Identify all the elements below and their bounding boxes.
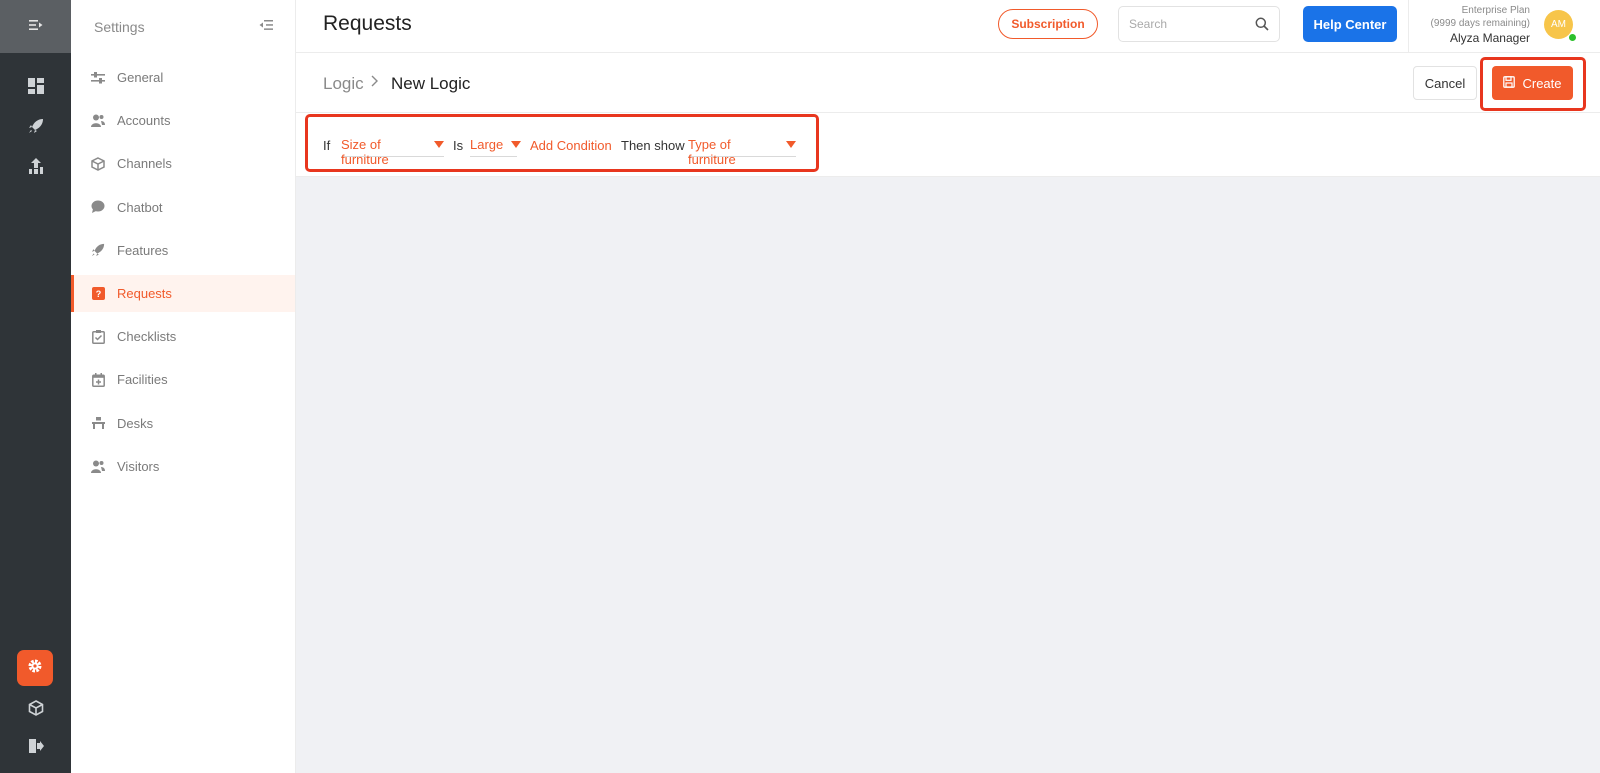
nav-features[interactable] (0, 108, 71, 144)
sidebar-item-accounts[interactable]: Accounts (71, 102, 295, 139)
settings-gear-icon (27, 658, 43, 679)
then-show-label: Then show (621, 138, 685, 153)
sidebar-item-facilities[interactable]: Facilities (71, 361, 295, 398)
chevron-right-icon (370, 74, 380, 93)
add-condition-link[interactable]: Add Condition (530, 138, 612, 153)
if-label: If (323, 138, 331, 153)
plan-name: Enterprise Plan (1461, 5, 1530, 16)
search-input[interactable] (1129, 17, 1249, 31)
calendar-plus-icon (91, 372, 105, 387)
condition-select[interactable]: Large (470, 135, 522, 157)
sidebar-item-label: Accounts (117, 113, 171, 129)
sidebar-item-label: General (117, 70, 164, 85)
create-label: Create (1522, 75, 1562, 91)
save-icon (1503, 75, 1516, 91)
nav-settings[interactable] (17, 650, 53, 686)
menu-collapse-icon (28, 18, 43, 36)
sidebar-item-label: Channels (117, 156, 172, 172)
sidebar-item-label: Checklists (117, 329, 177, 345)
sidebar-item-requests[interactable]: ? Requests (71, 274, 295, 312)
subscription-button[interactable]: Subscription (998, 9, 1098, 39)
breadcrumb-root[interactable]: Logic (323, 74, 364, 94)
create-button[interactable]: Create (1492, 66, 1573, 100)
sidebar-item-label: Features (117, 242, 169, 258)
field-select-value: Size of furniture (341, 137, 389, 167)
condition-select-value: Large (470, 137, 504, 152)
cancel-button[interactable]: Cancel (1413, 66, 1477, 100)
nav-packages[interactable] (0, 690, 71, 726)
sidebar-item-label: Requests (117, 285, 172, 301)
sidebar-item-general[interactable]: General (71, 59, 295, 96)
top-header: Requests Subscription Help Center Enterp… (296, 0, 1600, 53)
caret-down-icon (434, 141, 444, 148)
is-label: Is (453, 138, 464, 153)
sidebar-title: Settings (94, 18, 145, 35)
caret-down-icon (511, 141, 522, 148)
sidebar-item-visitors[interactable]: Visitors (71, 448, 295, 485)
page-title: Requests (323, 12, 412, 35)
sliders-icon (91, 71, 105, 85)
users-icon (91, 114, 105, 128)
rocket-icon (91, 243, 105, 257)
user-name[interactable]: Alyza Manager (1408, 31, 1530, 45)
online-status-dot (1568, 33, 1577, 42)
sidebar-item-desks[interactable]: Desks (71, 405, 295, 442)
sidebar-header: Settings (71, 0, 295, 53)
sidebar-item-channels[interactable]: Channels (71, 145, 295, 182)
sidebar-item-label: Visitors (117, 458, 160, 474)
checklist-icon (91, 329, 105, 344)
target-select[interactable]: Type of furniture (688, 135, 796, 167)
breadcrumb-bar: Logic New Logic Cancel Create (296, 53, 1600, 113)
plan-info: Enterprise Plan (9999 days remaining) (1408, 4, 1531, 30)
sidebar-item-label: Desks (117, 415, 154, 431)
caret-down-icon (786, 141, 796, 148)
sidebar-item-label: Chatbot (117, 199, 163, 215)
plan-remaining: (9999 days remaining) (1430, 18, 1531, 29)
help-center-button[interactable]: Help Center (1303, 6, 1397, 42)
settings-nav: General Accounts Channels Chatbot Featur… (71, 59, 295, 485)
search-icon[interactable] (1255, 17, 1269, 36)
sidebar-item-label: Facilities (117, 372, 168, 388)
chat-bubble-icon (91, 200, 105, 214)
content-area (296, 177, 1600, 773)
nav-dashboard[interactable] (0, 68, 71, 104)
collapse-sidebar-icon[interactable] (259, 18, 273, 36)
nav-analytics[interactable] (0, 148, 71, 184)
sidebar-item-chatbot[interactable]: Chatbot (71, 189, 295, 226)
dashboard-icon (27, 78, 44, 94)
cube-icon (91, 157, 105, 171)
field-select[interactable]: Size of furniture (341, 135, 444, 167)
settings-sidebar: Settings General Accounts Channels Chatb… (71, 0, 296, 773)
desk-icon (91, 416, 105, 430)
sidebar-item-features[interactable]: Features (71, 232, 295, 269)
rocket-icon (28, 118, 44, 134)
nav-logout[interactable] (0, 728, 71, 764)
target-select-value: Type of furniture (688, 137, 736, 167)
breadcrumb-current: New Logic (391, 74, 471, 93)
analytics-icon (28, 158, 44, 174)
logic-rule-bar: If Size of furniture Is Large Add Condit… (296, 113, 1600, 177)
sidebar-item-checklists[interactable]: Checklists (71, 318, 295, 355)
icon-rail (0, 0, 71, 773)
box-icon (28, 700, 44, 716)
visitor-icon (91, 459, 105, 473)
svg-text:?: ? (95, 289, 101, 299)
logout-icon (28, 738, 44, 754)
search-box (1118, 6, 1280, 42)
question-icon: ? (91, 286, 105, 300)
menu-collapse-button[interactable] (0, 0, 71, 53)
